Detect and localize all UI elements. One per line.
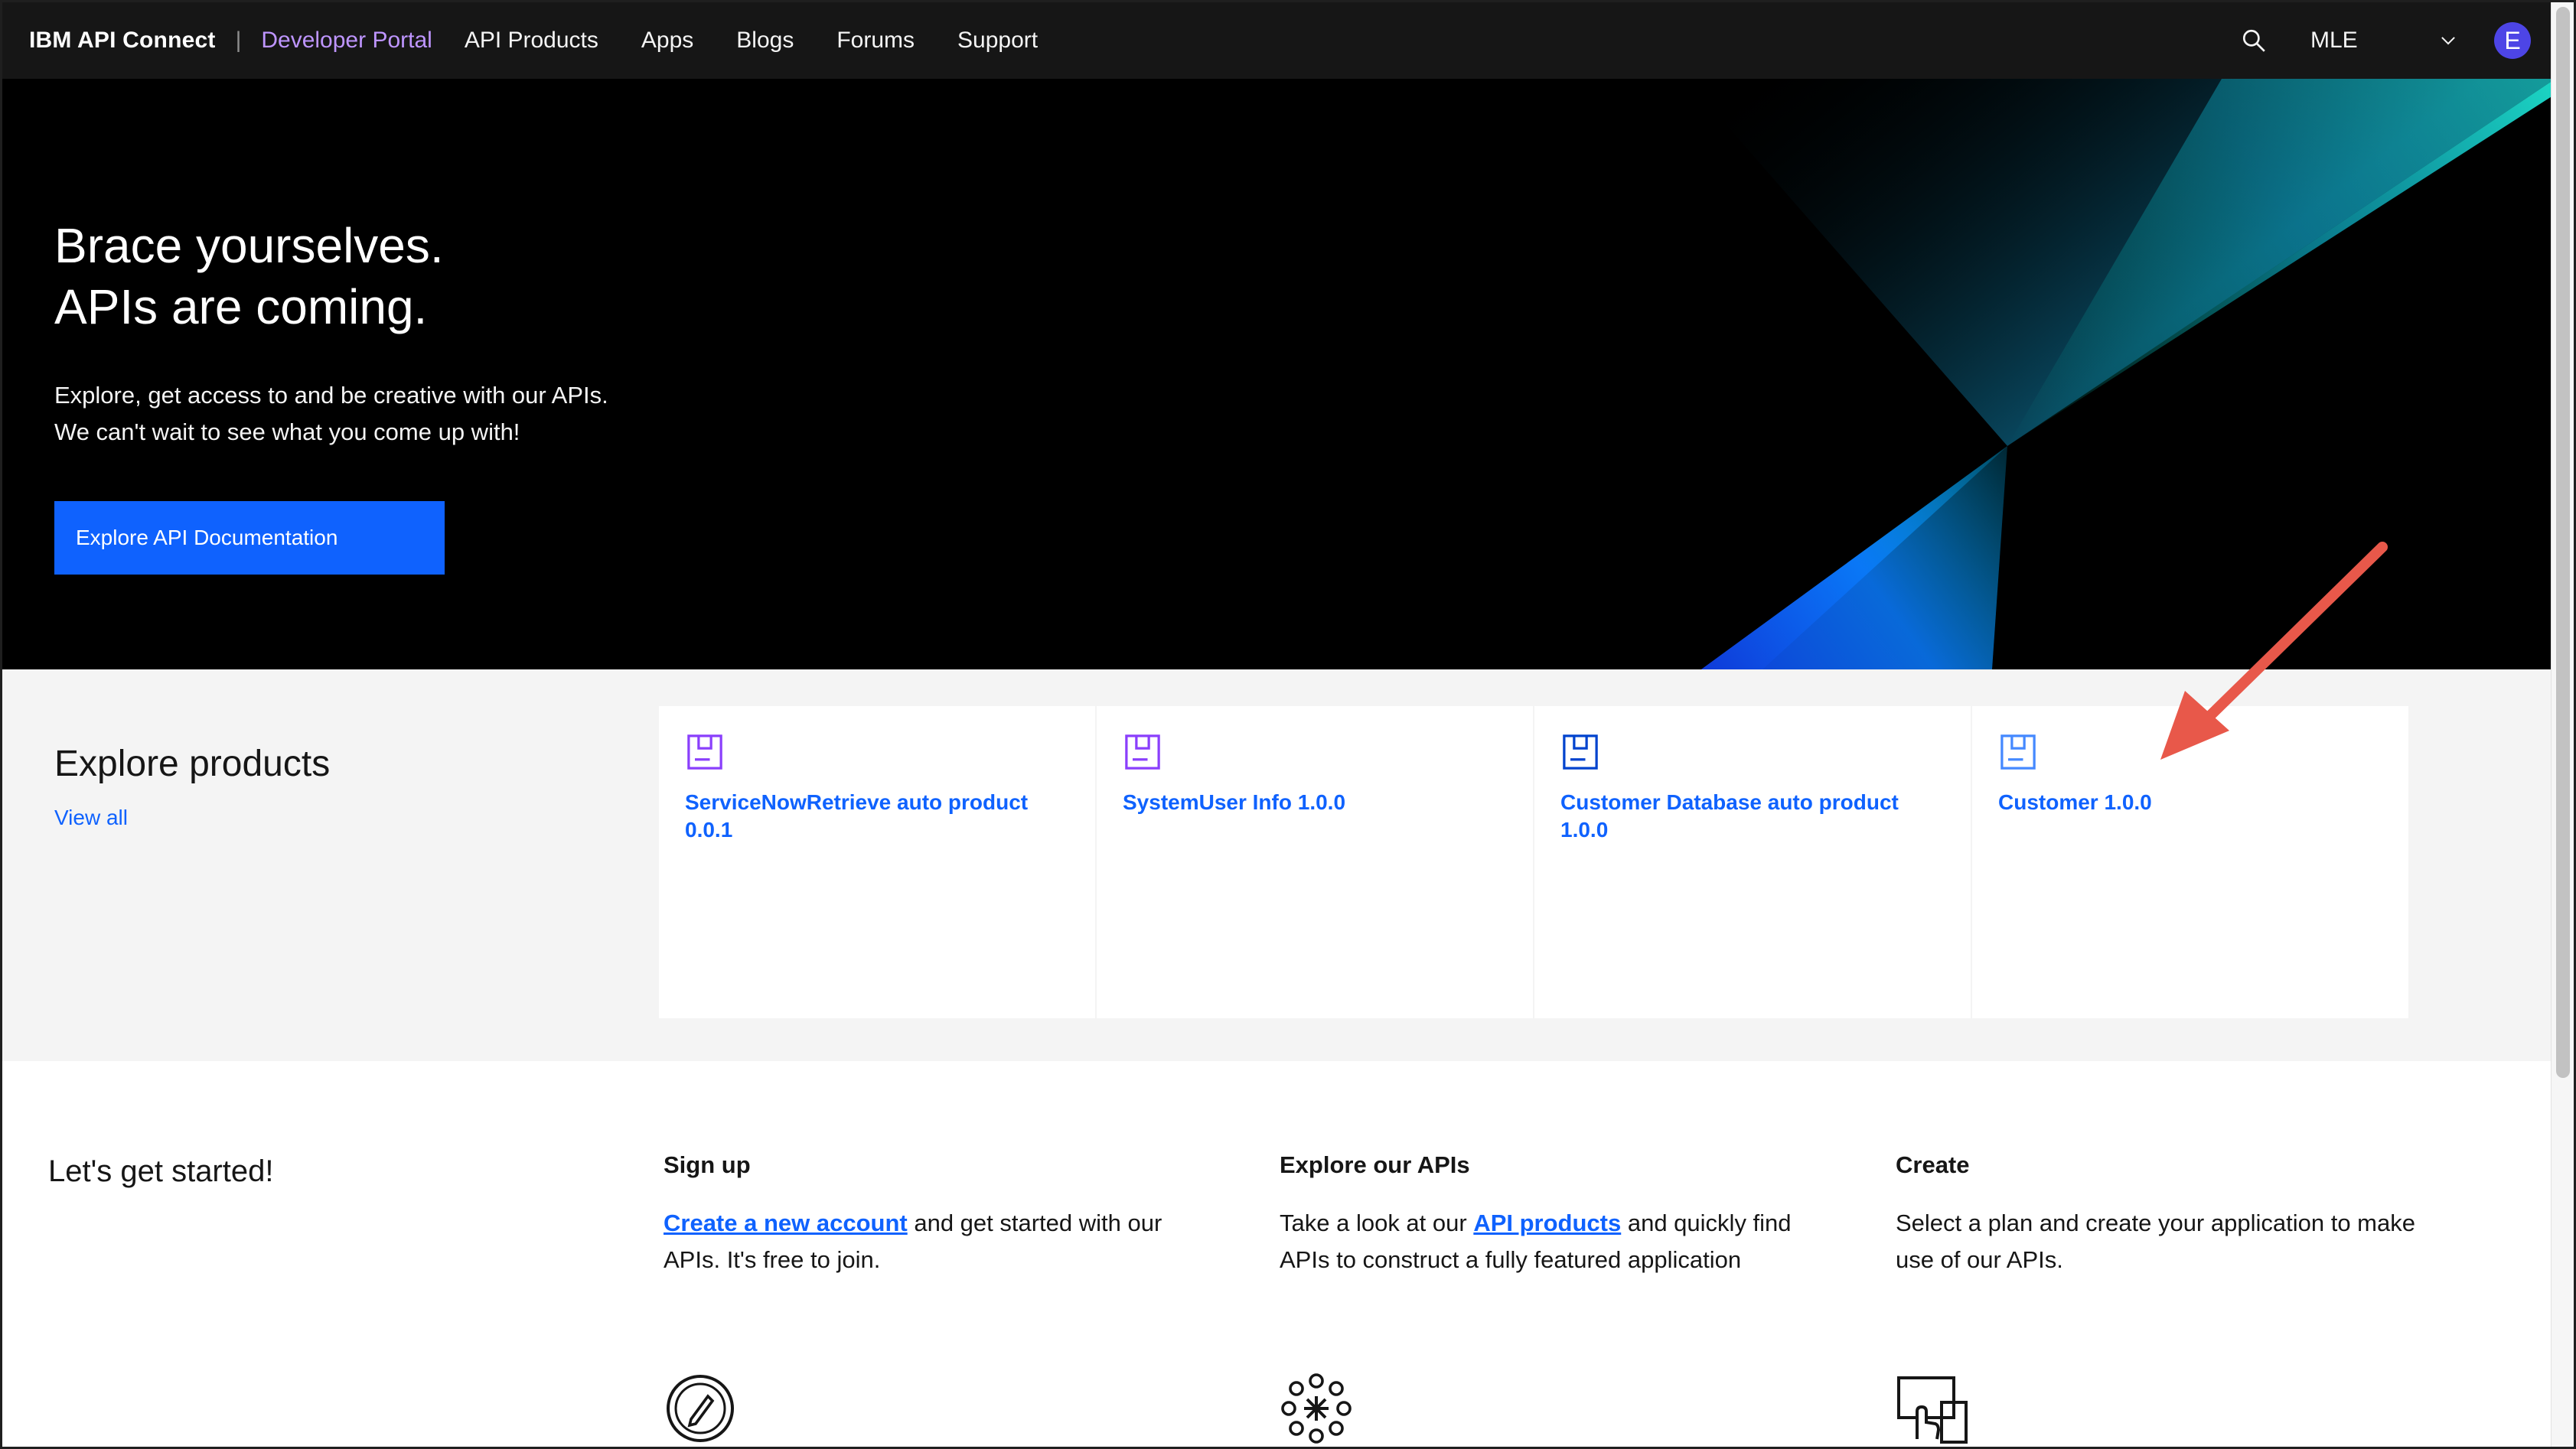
search-icon: [2242, 29, 2265, 52]
hero-description-line-2: We can't wait to see what you come up wi…: [54, 418, 520, 445]
nav-link-blogs[interactable]: Blogs: [736, 28, 794, 54]
nav-right-actions: MLE E: [2231, 2, 2555, 79]
nav-links: API Products Apps Blogs Forums Support: [465, 28, 1081, 54]
api-network-icon: [1281, 1373, 1352, 1444]
org-name[interactable]: MLE: [2310, 28, 2433, 54]
product-card-title[interactable]: Customer Database auto product 1.0.0: [1560, 789, 1943, 844]
nav-link-forums[interactable]: Forums: [836, 28, 915, 54]
nav-link-apps[interactable]: Apps: [641, 28, 693, 54]
hero-title: Brace yourselves. APIs are coming.: [54, 215, 444, 337]
scrollbar-thumb[interactable]: [2556, 7, 2570, 1078]
product-card-title[interactable]: Customer 1.0.0: [1998, 789, 2381, 816]
lets-get-started-title: Let's get started!: [48, 1154, 274, 1188]
touch-screen-icon: [1897, 1376, 1968, 1444]
hero-description: Explore, get access to and be creative w…: [54, 377, 608, 451]
product-box-icon: [1563, 734, 1598, 770]
explore-products-title: Explore products: [54, 744, 331, 784]
product-box-icon: [687, 734, 722, 770]
nav-link-api-products[interactable]: API Products: [465, 28, 598, 54]
annotation-arrow-icon: [2160, 542, 2388, 760]
nav-link-support[interactable]: Support: [957, 28, 1038, 54]
product-box-icon: [1125, 734, 1160, 770]
hero-description-line-1: Explore, get access to and be creative w…: [54, 382, 608, 409]
signup-text: Create a new account and get started wit…: [664, 1205, 1215, 1278]
page-scrollbar[interactable]: [2551, 2, 2574, 1447]
product-card[interactable]: ServiceNowRetrieve auto product 0.0.1: [659, 706, 1095, 1018]
signup-column: Sign up Create a new account and get sta…: [664, 1151, 1215, 1278]
chevron-down-icon: [2441, 37, 2455, 45]
create-column: Create Select a plan and create your app…: [1896, 1151, 2447, 1278]
explore-apis-column: Explore our APIs Take a look at our API …: [1280, 1151, 1831, 1278]
portal-name[interactable]: Developer Portal: [261, 28, 432, 54]
product-card-title[interactable]: ServiceNowRetrieve auto product 0.0.1: [685, 789, 1068, 844]
brand-separator: |: [235, 28, 242, 53]
browser-viewport: IBM API Connect | Developer Portal API P…: [0, 0, 2576, 1449]
explore-apis-text-start: Take a look at our: [1280, 1210, 1474, 1236]
create-title: Create: [1896, 1151, 1970, 1178]
explore-apis-title: Explore our APIs: [1280, 1151, 1470, 1178]
explore-apis-text: Take a look at our API products and quic…: [1280, 1205, 1831, 1278]
create-account-link[interactable]: Create a new account: [664, 1210, 908, 1236]
product-card[interactable]: SystemUser Info 1.0.0: [1097, 706, 1533, 1018]
explore-api-documentation-button[interactable]: Explore API Documentation: [54, 501, 445, 575]
search-button[interactable]: [2231, 18, 2277, 63]
brand-name[interactable]: IBM API Connect: [29, 28, 216, 54]
product-card[interactable]: Customer Database auto product 1.0.0: [1534, 706, 1971, 1018]
signup-title: Sign up: [664, 1151, 751, 1178]
pencil-circle-icon: [667, 1375, 734, 1442]
create-text: Select a plan and create your applicatio…: [1896, 1210, 2415, 1273]
hero-title-line-1: Brace yourselves.: [54, 218, 444, 273]
view-all-link[interactable]: View all: [54, 806, 128, 830]
hero-title-line-2: APIs are coming.: [54, 279, 428, 334]
product-card-title[interactable]: SystemUser Info 1.0.0: [1123, 789, 1505, 816]
top-navigation: IBM API Connect | Developer Portal API P…: [2, 2, 2555, 79]
user-avatar[interactable]: E: [2494, 22, 2531, 59]
org-menu-toggle[interactable]: [2433, 25, 2464, 56]
api-products-link[interactable]: API products: [1473, 1210, 1621, 1236]
product-box-icon: [2000, 734, 2036, 770]
